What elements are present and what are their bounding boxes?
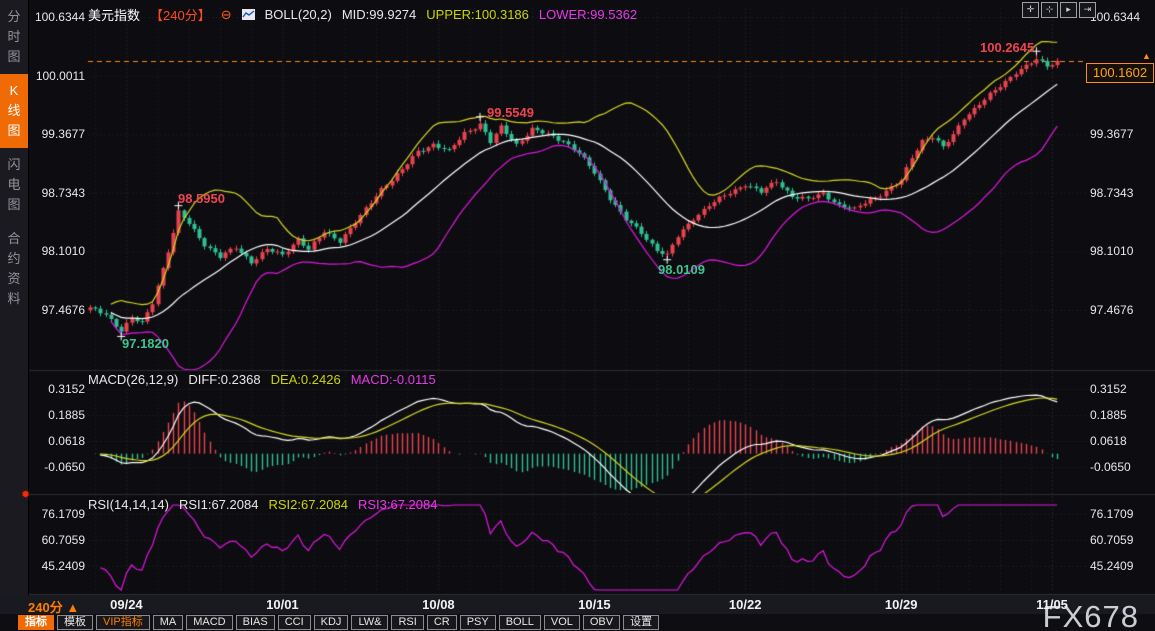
date-label: 10/29 xyxy=(885,597,918,612)
minus-circle-icon[interactable]: ⊖ xyxy=(221,7,232,23)
macd-axis-label-right: 0.3152 xyxy=(1090,382,1127,396)
interval-selector[interactable]: 240分 ▲ xyxy=(28,597,79,616)
symbol-title: 美元指数 xyxy=(88,5,140,24)
interval-badge[interactable]: 【240分】 xyxy=(150,5,211,24)
sidebar-tab-闪电图[interactable]: 闪 电 图 xyxy=(0,148,28,222)
page-right-icon[interactable]: ⇥ xyxy=(1079,2,1096,18)
sidebar-tab-分时图[interactable]: 分 时 图 xyxy=(0,0,28,74)
latest-price-arrow-icon[interactable]: ▲ xyxy=(1142,51,1151,61)
price-annotation: 97.1820 xyxy=(122,336,169,351)
price-axis-label-right: 97.4676 xyxy=(1090,303,1133,317)
macd-panel-header: MACD(26,12,9) DIFF:0.2368 DEA:0.2426 MAC… xyxy=(88,372,436,387)
zoom-play-icon[interactable]: ▸ xyxy=(1060,2,1077,18)
price-axis-label-left: 100.0011 xyxy=(25,69,85,83)
date-label: 10/15 xyxy=(578,597,611,612)
date-label: 11/05 xyxy=(1036,597,1068,612)
toolbar-button-PSY[interactable]: PSY xyxy=(460,615,496,630)
toolbar-button-LW&[interactable]: LW& xyxy=(351,615,388,630)
price-axis-label-left: 99.3677 xyxy=(25,127,85,141)
rsi3-value: RSI3:67.2084 xyxy=(358,497,438,512)
toolbar-button-MA[interactable]: MA xyxy=(153,615,184,630)
rsi-axis-label-right: 76.1709 xyxy=(1090,507,1133,521)
toolbar-button-指标[interactable]: 指标 xyxy=(18,615,54,630)
price-axis-label-left: 98.7343 xyxy=(25,186,85,200)
rsi-axis-label-right: 60.7059 xyxy=(1090,533,1133,547)
toolbar-button-RSI[interactable]: RSI xyxy=(391,615,423,630)
toolbar-button-VOL[interactable]: VOL xyxy=(544,615,580,630)
chart-thumbnail-icon[interactable] xyxy=(242,9,255,20)
toolbar-button-BOLL[interactable]: BOLL xyxy=(499,615,541,630)
rsi-panel-header: RSI(14,14,14) RSI1:67.2084 RSI2:67.2084 … xyxy=(88,497,437,512)
left-sidebar: 分 时 图K 线 图闪 电 图合 约 资 料 xyxy=(0,0,29,595)
macd-label: MACD(26,12,9) xyxy=(88,372,178,387)
crosshair-icon[interactable]: ✛ xyxy=(1022,2,1039,18)
sidebar-tab-合约资料[interactable]: 合 约 资 料 xyxy=(0,222,28,316)
interval-up-arrow-icon: ▲ xyxy=(66,600,79,615)
date-label: 10/08 xyxy=(422,597,455,612)
macd-axis-label-left: 0.3152 xyxy=(25,382,85,396)
rsi1-value: RSI1:67.2084 xyxy=(179,497,259,512)
toolbar-button-BIAS[interactable]: BIAS xyxy=(236,615,275,630)
toolbar-button-设置[interactable]: 设置 xyxy=(623,615,659,630)
boll-upper-value: UPPER:100.3186 xyxy=(426,7,529,22)
toolbar-button-CCI[interactable]: CCI xyxy=(278,615,311,630)
price-axis-label-right: 100.6344 xyxy=(1090,10,1140,24)
trading-app: 美元指数 【240分】 ⊖ BOLL(20,2) MID:99.9274 UPP… xyxy=(0,0,1155,631)
price-annotation: 99.5549 xyxy=(487,105,534,120)
rsi2-value: RSI2:67.2084 xyxy=(268,497,348,512)
rsi-axis-label-right: 45.2409 xyxy=(1090,559,1133,573)
price-axis-label-right: 98.1010 xyxy=(1090,244,1133,258)
macd-axis-label-right: 0.0618 xyxy=(1090,434,1127,448)
price-annotation: 98.0109 xyxy=(658,262,705,277)
interval-selector-label: 240分 xyxy=(28,600,63,615)
price-panel-header: 美元指数 【240分】 ⊖ BOLL(20,2) MID:99.9274 UPP… xyxy=(88,5,637,24)
price-axis-label-left: 100.6344 xyxy=(25,10,85,24)
toolbar-button-CR[interactable]: CR xyxy=(427,615,457,630)
boll-mid-value: MID:99.9274 xyxy=(342,7,416,22)
price-annotation: 100.2645 xyxy=(980,40,1034,55)
price-axis-label-right: 99.3677 xyxy=(1090,127,1133,141)
macd-diff-value: DIFF:0.2368 xyxy=(188,372,260,387)
macd-axis-label-left: 0.0618 xyxy=(25,434,85,448)
rsi-axis-label-left: 60.7059 xyxy=(25,533,85,547)
macd-axis-label-left: 0.1885 xyxy=(25,408,85,422)
toolbar-button-OBV[interactable]: OBV xyxy=(583,615,620,630)
date-label: 10/22 xyxy=(729,597,762,612)
rsi-label: RSI(14,14,14) xyxy=(88,497,169,512)
last-price-tag[interactable]: 100.1602 xyxy=(1086,63,1154,83)
macd-value: MACD:-0.0115 xyxy=(351,372,436,387)
date-label: 10/01 xyxy=(266,597,299,612)
macd-axis-label-right: -0.0650 xyxy=(1090,460,1131,474)
price-axis-label-left: 98.1010 xyxy=(25,244,85,258)
rsi-axis-label-left: 45.2409 xyxy=(25,559,85,573)
boll-lower-value: LOWER:99.5362 xyxy=(539,7,637,22)
price-axis-label-right: 98.7343 xyxy=(1090,186,1133,200)
rsi-axis-label-left: 76.1709 xyxy=(25,507,85,521)
macd-dea-value: DEA:0.2426 xyxy=(271,372,341,387)
macd-axis-label-left: -0.0650 xyxy=(25,460,85,474)
hot-indicator-icon[interactable]: ✹ xyxy=(21,488,30,501)
zoom-x-icon[interactable]: ⊹ xyxy=(1041,2,1058,18)
toolbar-button-VIP指标[interactable]: VIP指标 xyxy=(96,615,150,630)
sidebar-tab-K线图[interactable]: K 线 图 xyxy=(0,74,28,148)
boll-label: BOLL(20,2) xyxy=(265,7,332,22)
toolbar-button-MACD[interactable]: MACD xyxy=(186,615,232,630)
macd-axis-label-right: 0.1885 xyxy=(1090,408,1127,422)
price-axis-label-left: 97.4676 xyxy=(25,303,85,317)
toolbar-button-KDJ[interactable]: KDJ xyxy=(314,615,349,630)
date-label: 09/24 xyxy=(110,597,143,612)
chart-tool-icons: ✛⊹▸⇥ xyxy=(1022,2,1096,18)
price-annotation: 98.5950 xyxy=(178,191,225,206)
toolbar-button-模板[interactable]: 模板 xyxy=(57,615,93,630)
indicator-toolbar: 指标模板VIP指标MAMACD BIASCCIKDJLW&RSI CRPSYBOLL… xyxy=(18,615,659,630)
